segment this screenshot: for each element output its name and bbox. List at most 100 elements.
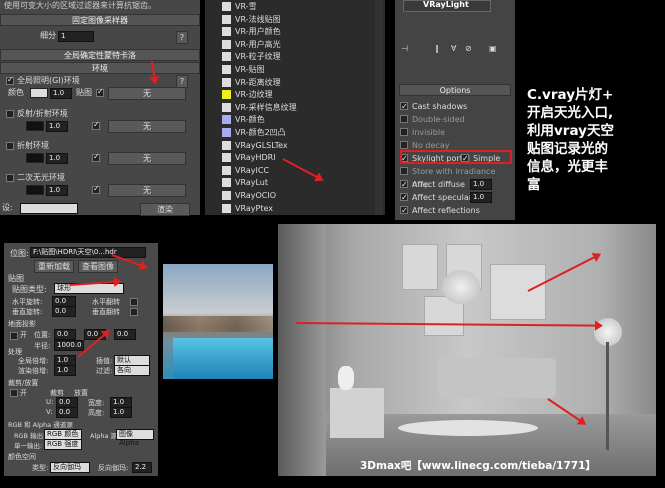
make-unique-icon[interactable]: ∀ <box>451 44 456 53</box>
option-item[interactable]: Store with irradiance map <box>400 165 515 189</box>
global-dmc-rollout[interactable]: 全局确定性蒙特卡洛 <box>0 49 200 61</box>
option-checkbox[interactable] <box>400 115 408 123</box>
option-label: No decay <box>412 141 450 150</box>
map-list-item[interactable]: VR-法线贴图 <box>205 13 370 26</box>
gi-map-checkbox[interactable] <box>96 87 104 97</box>
map-list-item[interactable]: VR-边纹理 <box>205 88 370 101</box>
secondary-matte-checkbox[interactable] <box>6 174 14 182</box>
interp-label: 插值: <box>96 357 113 365</box>
environment-rollout[interactable]: 环境 <box>0 62 200 74</box>
pin-stack-icon[interactable]: ⊣ <box>401 44 408 53</box>
option-checkbox[interactable] <box>400 178 408 191</box>
option-item[interactable]: Double-sided <box>400 113 465 126</box>
alpha-src-dropdown[interactable]: 图像 Alpha <box>116 429 154 447</box>
secondary-color-swatch[interactable] <box>26 185 44 195</box>
map-list-item[interactable]: VR-用户高光 <box>205 38 370 51</box>
gamma-input[interactable]: 2.2 <box>132 462 152 473</box>
option-checkbox[interactable] <box>400 100 408 113</box>
map-list-item[interactable]: VR-贴图 <box>205 63 370 76</box>
map-list-item[interactable]: VR-颜色 <box>205 113 370 126</box>
ground-radius-input[interactable]: 1000.0 <box>54 340 84 351</box>
map-list-item[interactable]: VRayOCIO <box>205 189 370 202</box>
option-item[interactable]: Affect diffuse 1.0 <box>400 178 492 191</box>
refr-map-checkbox[interactable] <box>92 152 100 162</box>
crop-on-checkbox[interactable] <box>10 389 18 397</box>
map-list-item[interactable]: VR-用户颜色 <box>205 25 370 38</box>
filter-dropdown[interactable]: 各向 <box>114 365 150 376</box>
ground-pos-x[interactable]: 0.0 <box>54 329 76 340</box>
option-checkbox[interactable] <box>400 191 408 204</box>
h-flip-checkbox[interactable] <box>130 298 138 306</box>
ground-pos-z[interactable]: 0.0 <box>114 329 136 340</box>
fixed-sampler-rollout[interactable]: 固定图像采样器 <box>0 14 200 26</box>
help-button[interactable]: ? <box>176 31 188 44</box>
map-list-scrollbar[interactable] <box>375 0 383 215</box>
configure-sets-icon[interactable]: ▣ <box>489 44 497 53</box>
refl-multiplier-input[interactable]: 1.0 <box>46 121 68 132</box>
ground-on-checkbox[interactable] <box>10 332 18 340</box>
map-list-item[interactable]: VRayICC <box>205 164 370 177</box>
refr-map-button[interactable]: 无 <box>108 152 186 165</box>
v-input[interactable]: 0.0 <box>56 407 78 418</box>
gi-multiplier-input[interactable]: 1.0 <box>50 88 72 99</box>
refl-map-checkbox[interactable] <box>92 120 100 130</box>
render-mult-input[interactable]: 1.0 <box>54 365 76 376</box>
v-flip-checkbox[interactable] <box>130 308 138 316</box>
window-wall <box>278 224 326 476</box>
show-end-result-icon[interactable]: ‖ <box>435 44 439 53</box>
secondary-multiplier-input[interactable]: 1.0 <box>46 185 68 196</box>
refr-multiplier-input[interactable]: 1.0 <box>46 153 68 164</box>
reload-button[interactable]: 重新加载 <box>34 260 74 273</box>
gi-env-checkbox[interactable] <box>6 75 14 85</box>
secondary-map-checkbox[interactable] <box>92 184 100 194</box>
subdivs-input[interactable]: 1 <box>58 31 94 42</box>
map-list-item[interactable]: VR-雪 <box>205 0 370 13</box>
view-image-button[interactable]: 查看图像 <box>78 260 118 273</box>
option-checkbox[interactable] <box>400 141 408 149</box>
option-value-input[interactable]: 1.0 <box>470 179 492 190</box>
map-list-item[interactable]: VRayPtex <box>205 202 370 215</box>
map-list-item[interactable]: VR-粒子纹理 <box>205 50 370 63</box>
map-type-icon <box>222 115 231 125</box>
color-space-section-label: 颜色空间 <box>8 453 36 461</box>
refl-color-swatch[interactable] <box>26 121 44 131</box>
map-list-item[interactable]: VR-距离纹理 <box>205 76 370 89</box>
remove-modifier-icon[interactable]: ⊘ <box>465 44 472 53</box>
option-checkbox[interactable] <box>400 204 408 217</box>
refl-env-checkbox[interactable] <box>6 110 14 118</box>
option-item[interactable]: Invisible <box>400 126 445 139</box>
map-list-item[interactable]: VRayLut <box>205 176 370 189</box>
map-list-item[interactable]: VR-采样信息纹理 <box>205 101 370 114</box>
gi-map-button[interactable]: 无 <box>108 87 186 100</box>
option-checkbox[interactable] <box>400 128 408 136</box>
annotation-line: 开启天光入口, <box>527 105 614 121</box>
secondary-map-button[interactable]: 无 <box>108 184 186 197</box>
option-item[interactable]: Affect specular1.0 <box>400 191 492 204</box>
option-item[interactable]: Cast shadows <box>400 100 467 113</box>
options-rollout[interactable]: Options <box>399 84 511 96</box>
map-list-item[interactable]: VR-颜色2凹凸 <box>205 126 370 139</box>
map-list-item-label: VR-贴图 <box>235 65 265 74</box>
map-type-icon <box>222 128 231 137</box>
option-item[interactable]: Affect reflections <box>400 204 480 217</box>
refr-color-swatch[interactable] <box>26 153 44 163</box>
refr-env-checkbox[interactable] <box>6 142 14 150</box>
map-type-icon <box>222 153 231 163</box>
mono-out-dropdown[interactable]: RGB 强度 <box>44 439 82 450</box>
render-settings-panel: 使用可变大小的区域过滤器来计算抗锯齿。 固定图像采样器 细分 1 ? 全局确定性… <box>0 0 200 216</box>
v-rotate-input[interactable]: 0.0 <box>52 306 76 317</box>
map-type-icon <box>222 2 231 11</box>
option-value-input[interactable]: 1.0 <box>470 192 492 203</box>
map-list-item[interactable]: VRayGLSLTex <box>205 139 370 152</box>
option-checkbox[interactable] <box>400 167 408 175</box>
cs-type-dropdown[interactable]: 反向伽玛 <box>50 462 90 473</box>
preset-dropdown[interactable] <box>20 203 78 214</box>
gi-env-label: 全局照明(GI)环境 <box>17 76 80 85</box>
gi-color-swatch[interactable] <box>30 88 48 98</box>
map-type-icon <box>222 77 231 87</box>
bitmap-path-input[interactable]: F:\贴图\HDRI\天空\0...hdr <box>30 247 146 258</box>
render-button[interactable]: 渲染 <box>140 203 190 216</box>
height-input[interactable]: 1.0 <box>110 407 132 418</box>
refl-map-button[interactable]: 无 <box>108 120 186 133</box>
pendant-lamp <box>442 270 480 304</box>
